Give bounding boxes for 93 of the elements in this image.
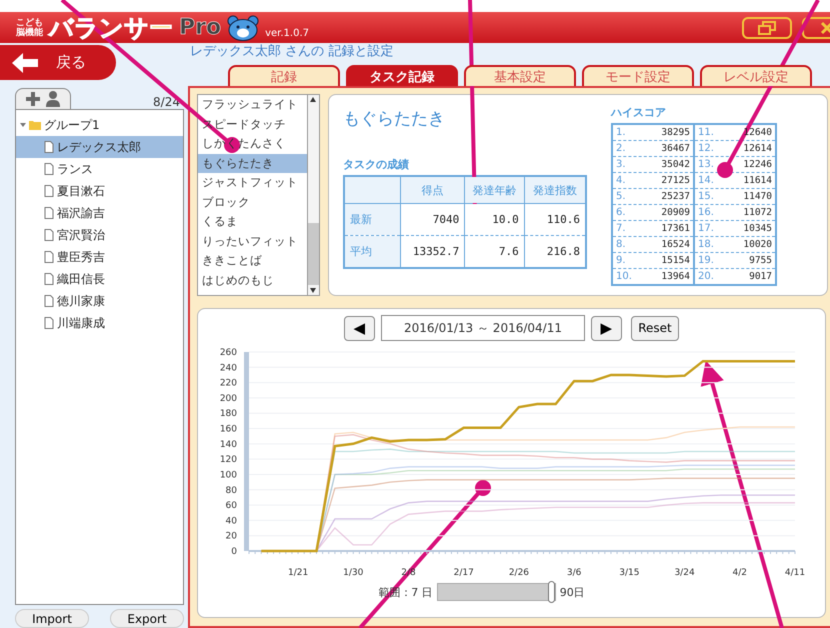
column-header: 発達指数 [524, 176, 586, 204]
y-tick-label: 260 [220, 348, 237, 358]
y-tick-label: 40 [226, 516, 237, 526]
rank-label: 2. [616, 143, 626, 154]
rank-label: 13. [698, 159, 714, 170]
rank-label: 14. [698, 175, 714, 186]
rank-label: 3. [616, 159, 626, 170]
score-value: 9017 [749, 271, 772, 282]
y-tick-label: 100 [220, 470, 237, 480]
table-cell: 7040 [400, 204, 465, 236]
score-value: 36467 [661, 143, 690, 154]
score-value: 35042 [661, 159, 690, 170]
y-tick-label: 60 [226, 501, 237, 512]
x-tick-label: 2/26 [508, 568, 530, 577]
x-tick-label: 3/24 [674, 568, 695, 577]
column-header: 得点 [400, 176, 465, 204]
score-value: 16524 [661, 239, 690, 250]
y-tick-label: 180 [220, 409, 237, 420]
highscore-title: ハイスコア [611, 105, 667, 120]
rank-label: 7. [616, 223, 626, 234]
tree-item-label: 川端康成 [57, 314, 105, 332]
rank-label: 16. [698, 207, 714, 218]
score-value: 15154 [661, 255, 690, 266]
x-tick-label: 1/21 [288, 568, 308, 577]
score-value: 12246 [743, 159, 772, 170]
task-title: もぐらたたき [343, 108, 446, 131]
rank-label: 8. [616, 239, 626, 250]
results-title: タスクの成績 [343, 157, 410, 172]
tree-item-label: 宮沢賢治 [57, 226, 105, 244]
y-tick-label: 0 [231, 547, 237, 557]
table-cell: 216.8 [524, 236, 586, 268]
tree-item-label: 織田信長 [57, 270, 105, 288]
date-range-field: 2016/01/13 ～ 2016/04/11 [381, 315, 585, 341]
tree-item-label: 福沢諭吉 [57, 204, 105, 222]
score-value: 12614 [743, 143, 772, 154]
y-tick-label: 220 [220, 378, 237, 389]
brand-suffix: Pro [179, 15, 222, 40]
x-tick-label: 3/15 [619, 568, 640, 577]
x-tick-label: 4/11 [784, 568, 806, 577]
rank-label: 15. [698, 191, 714, 202]
score-value: 9755 [749, 255, 772, 266]
tree-item-label: ランス [57, 160, 93, 178]
tree-item-label: レデックス太郎 [57, 138, 141, 156]
y-tick-label: 200 [220, 394, 237, 404]
score-value: 38295 [661, 127, 690, 138]
row-header: 平均 [344, 236, 400, 268]
brand-logo-text: バランサー [49, 16, 173, 40]
brand-small-text: こども 脳機能 [16, 18, 43, 38]
page-subtitle: レデックス太郎 さんの 記録と設定 [189, 43, 394, 61]
score-value: 27125 [661, 175, 690, 186]
y-tick-label: 160 [220, 424, 237, 435]
rank-label: 6. [616, 207, 626, 218]
rank-label: 19. [698, 255, 714, 266]
y-tick-label: 240 [220, 363, 237, 374]
score-value: 11470 [743, 191, 772, 202]
rank-label: 10. [616, 271, 632, 282]
x-tick-label: 2/17 [454, 568, 474, 577]
y-tick-label: 120 [220, 455, 237, 466]
rank-label: 20. [698, 271, 714, 282]
y-tick-label: 140 [220, 440, 237, 450]
range-max-label: 90日 [560, 584, 585, 600]
column-header: 発達年齢 [464, 176, 524, 204]
score-value: 11614 [743, 175, 772, 186]
y-tick-label: 80 [226, 486, 237, 496]
score-value: 25237 [661, 191, 690, 202]
x-tick-label: 4/2 [732, 568, 748, 577]
tree-item-label: 豊臣秀吉 [57, 248, 105, 266]
rank-label: 12. [698, 143, 714, 154]
table-cell: 110.6 [524, 204, 586, 236]
score-value: 11072 [743, 207, 772, 218]
rank-label: 17. [698, 223, 714, 234]
y-tick-label: 20 [226, 532, 237, 542]
version-label: ver.1.0.7 [265, 28, 309, 39]
row-header: 最新 [344, 204, 400, 236]
table-cell: 10.0 [464, 204, 524, 236]
score-value: 17361 [661, 223, 690, 234]
table-cell: 13352.7 [400, 236, 465, 268]
score-value: 13964 [661, 271, 690, 282]
table-cell: 7.6 [464, 236, 524, 268]
rank-label: 11. [698, 127, 714, 138]
rank-label: 1. [616, 127, 626, 138]
score-value: 10020 [743, 239, 772, 250]
rank-label: 4. [616, 175, 626, 186]
tree-item-label: グループ1 [44, 116, 100, 134]
tree-item-label: 夏目漱石 [57, 182, 105, 200]
x-tick-label: 3/6 [566, 568, 582, 577]
rank-label: 5. [616, 191, 626, 202]
rank-label: 18. [698, 239, 714, 250]
x-tick-label: 1/30 [343, 568, 364, 577]
tree-item-label: 徳川家康 [57, 292, 105, 310]
rank-label: 9. [616, 255, 626, 266]
score-value: 20909 [661, 207, 690, 218]
score-value: 10345 [743, 223, 772, 234]
